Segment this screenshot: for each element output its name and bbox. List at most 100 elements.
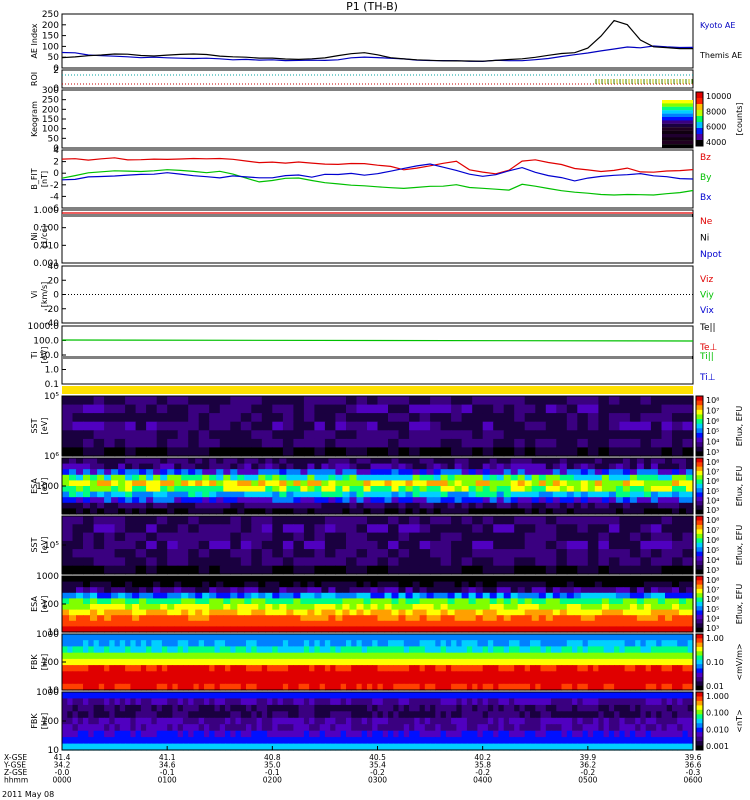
fbk-e-cell (656, 658, 663, 666)
esa-elec-cell (160, 592, 168, 599)
fbk-b-cell (256, 692, 263, 699)
sst-elec-cell (261, 557, 273, 567)
fbk-b-cell (677, 692, 684, 699)
fbk-b-cell (309, 698, 315, 706)
esa-elec-cell (370, 615, 379, 622)
esa-ion-cell (111, 491, 119, 498)
esa-elec-cell (538, 581, 547, 588)
esa-elec-cell (672, 609, 680, 616)
sst-ion-cell (272, 396, 284, 406)
esa-ion-cell (545, 463, 554, 470)
fbk-e-cell (324, 658, 331, 666)
sst-elec-cell (377, 540, 389, 550)
sst-elec-cell (430, 532, 442, 542)
sst-ion-colorbar-step (696, 423, 703, 429)
esa-ion-cell (552, 474, 561, 481)
sst-ion-cell (503, 430, 515, 440)
esa-ion-cell (468, 463, 477, 470)
esa-ion-cell (174, 486, 182, 493)
esa-elec-cell (335, 592, 343, 599)
fbk-e-cell (324, 671, 331, 679)
esa-ion-cell (538, 480, 547, 487)
fbk-e-cell (340, 677, 347, 685)
fbk-e-cell (272, 665, 279, 672)
fbk-e-cell (640, 677, 647, 685)
fbk-b-cell (587, 692, 594, 699)
esa-ion-cell (665, 474, 673, 481)
esa-elec-cell (566, 609, 575, 616)
esa-elec-cell (90, 598, 98, 605)
sst-elec-colorbar-step (696, 538, 703, 544)
esa-elec-cell (566, 592, 575, 599)
esa-elec-cell (244, 604, 252, 611)
esa-ion-cell (69, 491, 77, 498)
fbk-e-cell (246, 634, 252, 641)
esa-elec-cell (573, 576, 582, 583)
ae-ylabel: AE Index (30, 23, 39, 58)
fbk-e-cell (98, 665, 105, 672)
sst-ion-cell (335, 404, 347, 414)
fbk-e-cell (545, 640, 552, 647)
fbk-b-cell (261, 692, 268, 699)
sst-ion-cell (62, 430, 74, 440)
fbk-e-cell (351, 640, 358, 647)
esa-elec-cell (475, 604, 484, 611)
sst-ion-cell (198, 396, 210, 406)
sst-elec-cell (524, 565, 536, 575)
esa-ion-cell (251, 486, 259, 493)
fbk-b-cell (172, 698, 179, 706)
fbk-e-cell (130, 658, 137, 666)
fbk-e-cell (682, 665, 689, 672)
esa-elec-cell (62, 592, 70, 599)
fbk-e-cell (624, 677, 631, 685)
fbk-e-cell (98, 677, 105, 685)
sst-elec-cell (440, 549, 452, 558)
sst-ion-cell (303, 430, 315, 440)
esa-elec-cell (384, 604, 393, 611)
fbk-e-cell (461, 646, 468, 654)
fbk-e-cell (656, 677, 663, 685)
fbk-e-cell (146, 671, 152, 679)
esa-ion-cell (384, 458, 393, 465)
fbk-e-cell (335, 677, 342, 685)
fbk-e-cell (445, 646, 452, 654)
fbk-e-cell (608, 640, 615, 647)
fbk-e-cell (635, 646, 642, 654)
esa-ion-cell (342, 458, 350, 465)
esa-elec-cell (679, 620, 687, 627)
esa-elec-cell (384, 592, 393, 599)
esa-elec-cell (510, 609, 519, 616)
esa-ion-cell (391, 502, 400, 509)
fbk-e-colorbar-step (696, 655, 703, 661)
fbk-e-cell (209, 671, 216, 679)
fbk-e-cell (151, 652, 158, 660)
sst-ion-cell (356, 396, 368, 406)
fbk-e-cell (566, 658, 573, 666)
esa-elec-cell (83, 576, 91, 583)
sst-ion-cell (146, 396, 158, 406)
fbk-e-cell (519, 646, 526, 654)
esa-elec-cell (398, 581, 407, 588)
esa-elec-cell (510, 615, 519, 622)
fbk-e-cell (324, 665, 331, 672)
sst-elec-cell (398, 516, 410, 525)
esa-ion-cell (314, 463, 322, 470)
fbk-e-cell (472, 646, 479, 654)
fbk-e-cell (614, 665, 620, 672)
fbk-e-cell (193, 665, 200, 672)
fbk-b-cell (503, 692, 510, 699)
sst-ion-cell (661, 447, 673, 457)
sst-ion-cell (672, 430, 684, 440)
fbk-e-cell (545, 652, 552, 660)
esa-elec-cell (230, 592, 238, 599)
sst-ion-cell (493, 413, 505, 423)
sst-ion-cell (409, 421, 421, 431)
sst-ion-cell (93, 413, 105, 423)
esa-elec-cell (440, 592, 449, 599)
sst-ion-cell (682, 438, 694, 449)
esa-elec-cell (104, 604, 112, 611)
sst-elec-cell (93, 565, 105, 575)
fbk-e-cell (409, 634, 415, 641)
esa-ion-cell (237, 502, 245, 509)
esa-elec-cell (657, 609, 666, 616)
